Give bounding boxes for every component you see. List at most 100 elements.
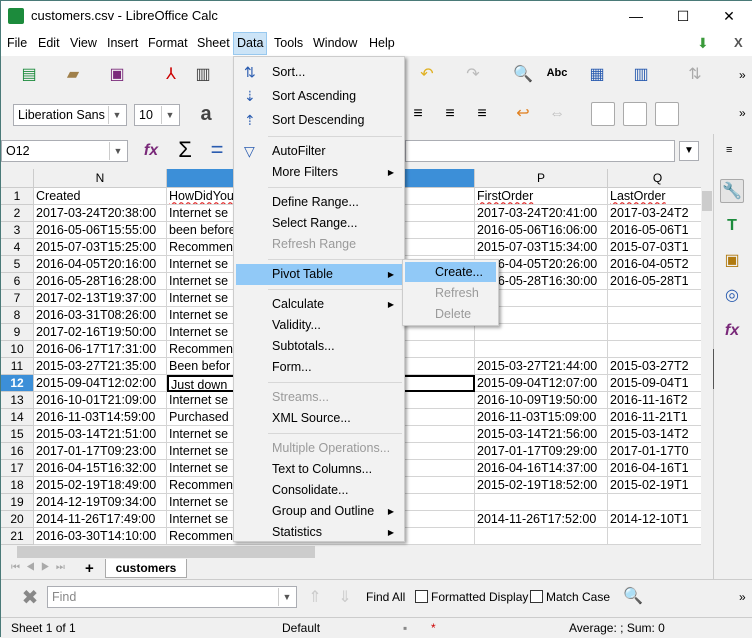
cell-Q14[interactable]: 2016-11-21T1 — [608, 409, 701, 426]
cell-P18[interactable]: 2015-02-19T18:52:00 — [475, 477, 608, 494]
column-icon[interactable]: ▥ — [629, 63, 653, 87]
cell-Q18[interactable]: 2015-02-19T1 — [608, 477, 701, 494]
redo-icon[interactable]: ↷ — [461, 63, 485, 87]
cell-N2[interactable]: 2017-03-24T20:38:00 — [34, 205, 167, 222]
menu-item-pivot-table[interactable]: Pivot Table ▶ — [236, 264, 402, 285]
vertical-scrollbar[interactable] — [701, 169, 713, 545]
formula-equals-icon[interactable]: = — [205, 138, 229, 162]
row-header[interactable]: 17 — [1, 460, 34, 477]
menu-item-consolidate[interactable]: Consolidate... — [236, 480, 402, 501]
find-replace-icon[interactable]: 🔍 — [511, 63, 535, 87]
cell-Q4[interactable]: 2015-07-03T1 — [608, 239, 701, 256]
sheet-tab-customers[interactable]: customers — [105, 559, 187, 578]
styles-icon[interactable]: T — [720, 214, 744, 238]
formatted-display-checkbox[interactable] — [415, 590, 428, 603]
submenu-item-delete[interactable]: Delete — [405, 304, 496, 324]
row-header[interactable]: 18 — [1, 477, 34, 494]
font-name-combo[interactable]: Liberation Sans ▼ — [13, 104, 127, 126]
vertical-scroll-thumb[interactable] — [702, 191, 712, 211]
cell-N7[interactable]: 2017-02-13T19:37:00 — [34, 290, 167, 307]
cell-N1[interactable]: Created — [34, 188, 167, 205]
cell-Q17[interactable]: 2016-04-16T1 — [608, 460, 701, 477]
menu-item-autofilter[interactable]: ▽ AutoFilter — [236, 141, 402, 162]
row-header[interactable]: 21 — [1, 528, 34, 545]
row-header[interactable]: 16 — [1, 443, 34, 460]
row-header[interactable]: 8 — [1, 307, 34, 324]
cell-N20[interactable]: 2014-11-26T17:49:00 — [34, 511, 167, 528]
font-size-combo[interactable]: 10 ▼ — [134, 104, 180, 126]
row-icon[interactable]: ▦ — [585, 63, 609, 87]
print-icon[interactable]: ▥ — [191, 63, 215, 87]
row-header[interactable]: 1 — [1, 188, 34, 205]
open-folder-icon[interactable]: ▰ — [61, 63, 85, 87]
menu-item-statistics[interactable]: Statistics ▶ — [236, 522, 402, 543]
cell-N14[interactable]: 2016-11-03T14:59:00 — [34, 409, 167, 426]
chevron-down-icon[interactable]: ▼ — [161, 106, 178, 124]
menu-item-text-to-columns[interactable]: Text to Columns... — [236, 459, 402, 480]
cell-N19[interactable]: 2014-12-19T09:34:00 — [34, 494, 167, 511]
menu-tools[interactable]: Tools — [274, 36, 303, 50]
cell-Q3[interactable]: 2016-05-06T1 — [608, 222, 701, 239]
align-center-icon[interactable]: ≡ — [438, 102, 462, 126]
cell-Q13[interactable]: 2016-11-16T2 — [608, 392, 701, 409]
chevron-down-icon[interactable]: ▼ — [109, 142, 126, 160]
cell-P3[interactable]: 2016-05-06T16:06:00 — [475, 222, 608, 239]
cell-Q9[interactable] — [608, 324, 701, 341]
cell-N21[interactable]: 2016-03-30T14:10:00 — [34, 528, 167, 545]
row-header[interactable]: 7 — [1, 290, 34, 307]
cell-N6[interactable]: 2016-05-28T16:28:00 — [34, 273, 167, 290]
cell-Q11[interactable]: 2015-03-27T2 — [608, 358, 701, 375]
menu-format[interactable]: Format — [148, 36, 188, 50]
cell-Q12[interactable]: 2015-09-04T1 — [608, 375, 701, 392]
close-button[interactable]: ✕ — [714, 5, 744, 27]
cell-P1[interactable]: FirstOrder — [475, 188, 608, 205]
cell-P12[interactable]: 2015-09-04T12:07:00 — [475, 375, 608, 392]
cell-N16[interactable]: 2017-01-17T09:23:00 — [34, 443, 167, 460]
find-previous-icon[interactable]: ⇑ — [303, 586, 327, 610]
menu-view[interactable]: View — [70, 36, 97, 50]
toolbar-overflow-button[interactable]: » — [739, 590, 746, 604]
toolbar-overflow-button[interactable]: » — [739, 106, 746, 120]
cell-P13[interactable]: 2016-10-09T19:50:00 — [475, 392, 608, 409]
row-header[interactable]: 2 — [1, 205, 34, 222]
cell-Q21[interactable] — [608, 528, 701, 545]
horizontal-scroll-thumb[interactable] — [17, 546, 315, 558]
row-header[interactable]: 20 — [1, 511, 34, 528]
cell-P21[interactable] — [475, 528, 608, 545]
row-header[interactable]: 6 — [1, 273, 34, 290]
menu-data[interactable]: Data — [233, 32, 268, 55]
menu-item-sort[interactable]: ⇅ Sort... — [236, 60, 402, 84]
gallery-icon[interactable]: ▣ — [720, 249, 744, 273]
row-header[interactable]: 5 — [1, 256, 34, 273]
cell-N4[interactable]: 2015-07-03T15:25:00 — [34, 239, 167, 256]
menu-insert[interactable]: Insert — [107, 36, 138, 50]
chevron-down-icon[interactable]: ▼ — [278, 588, 295, 606]
menu-item-select-range[interactable]: Select Range... — [236, 213, 402, 234]
row-header[interactable]: 10 — [1, 341, 34, 358]
merge-cells-icon[interactable]: ⇔ — [545, 102, 569, 126]
menu-item-group-and-outline[interactable]: Group and Outline ▶ — [236, 501, 402, 522]
undo-icon[interactable]: ↶ — [415, 63, 439, 87]
cell-Q10[interactable] — [608, 341, 701, 358]
find-input[interactable]: Find ▼ — [47, 586, 297, 608]
menu-item-refresh-range[interactable]: Refresh Range — [236, 234, 402, 255]
row-header[interactable]: 4 — [1, 239, 34, 256]
menu-help[interactable]: Help — [369, 36, 395, 50]
menu-edit[interactable]: Edit — [38, 36, 60, 50]
row-header[interactable]: 9 — [1, 324, 34, 341]
close-find-bar-icon[interactable]: ✖ — [18, 586, 42, 610]
cell-N10[interactable]: 2016-06-17T17:31:00 — [34, 341, 167, 358]
maximize-button[interactable]: ☐ — [668, 5, 698, 27]
cell-P20[interactable]: 2014-11-26T17:52:00 — [475, 511, 608, 528]
properties-wrench-icon[interactable]: 🔧 — [720, 179, 744, 203]
sort-toolbar-icon[interactable]: ⇅ — [683, 63, 707, 87]
align-middle-icon[interactable] — [623, 102, 647, 126]
row-header[interactable]: 15 — [1, 426, 34, 443]
wrap-text-icon[interactable]: ↩ — [511, 102, 535, 126]
cell-P14[interactable]: 2016-11-03T15:09:00 — [475, 409, 608, 426]
cell-Q15[interactable]: 2015-03-14T2 — [608, 426, 701, 443]
column-header-N[interactable]: N — [34, 169, 167, 188]
submenu-item-create[interactable]: Create... — [405, 262, 496, 282]
cell-N15[interactable]: 2015-03-14T21:51:00 — [34, 426, 167, 443]
align-right-icon[interactable]: ≡ — [470, 102, 494, 126]
